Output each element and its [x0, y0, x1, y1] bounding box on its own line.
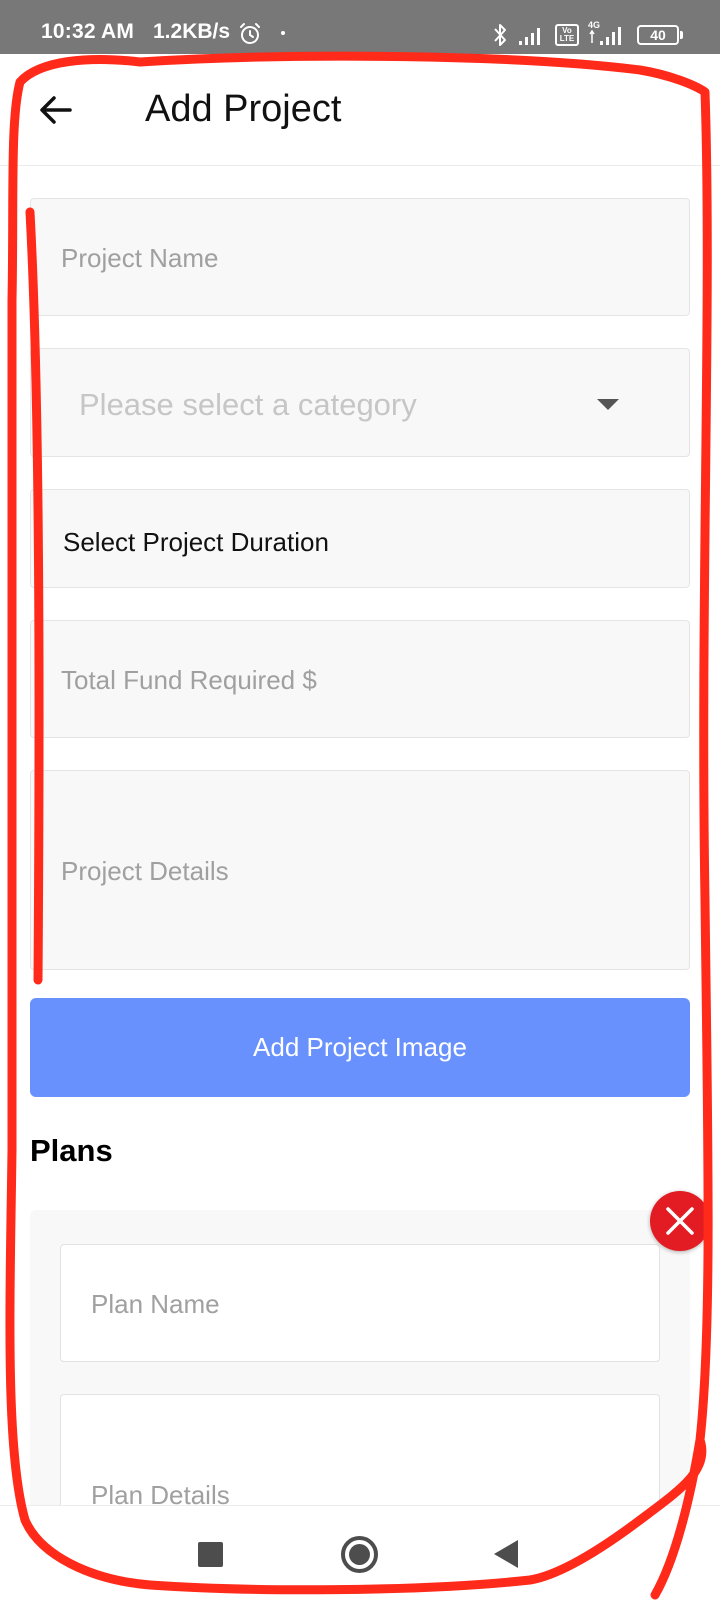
project-duration-selector[interactable]: Select Project Duration [30, 489, 690, 588]
network-speed: 1.2KB/s [153, 20, 231, 43]
caret-down-icon [597, 399, 619, 410]
battery-icon: 40 [637, 25, 679, 45]
alarm-icon [240, 23, 260, 44]
home-icon[interactable] [341, 1536, 378, 1573]
category-select[interactable]: Please select a category [30, 348, 690, 457]
system-nav-bar [0, 1505, 720, 1600]
status-time: 10:32 AM [41, 20, 135, 43]
plan-name-placeholder: Plan Name [91, 1289, 220, 1319]
recents-icon[interactable] [198, 1542, 223, 1567]
notification-dot-icon [281, 31, 285, 35]
plans-heading: Plans [30, 1133, 113, 1168]
network-type-label: 4G [588, 20, 600, 30]
plan-name-input[interactable]: Plan Name [60, 1244, 660, 1362]
total-fund-input[interactable]: Total Fund Required $ [30, 620, 690, 738]
signal-4g-icon: 4G [588, 20, 621, 45]
project-details-placeholder: Project Details [61, 856, 229, 886]
close-icon [666, 1207, 694, 1235]
project-details-textarea[interactable]: Project Details [30, 770, 690, 970]
app-header: Add Project [0, 54, 720, 166]
project-name-input[interactable]: Project Name [30, 198, 690, 316]
bluetooth-icon [494, 24, 506, 46]
category-placeholder: Please select a category [79, 387, 417, 422]
status-bar: 10:32 AM 1.2KB/s Vo LTE 4G 40 [0, 0, 720, 54]
total-fund-placeholder: Total Fund Required $ [61, 665, 317, 695]
plan-card: Plan Name Plan Details [30, 1210, 690, 1544]
project-name-placeholder: Project Name [61, 243, 219, 273]
battery-cap [680, 31, 683, 39]
project-duration-label: Select Project Duration [63, 527, 329, 557]
remove-plan-button[interactable] [650, 1191, 710, 1251]
nav-back-icon[interactable] [494, 1540, 518, 1568]
add-project-image-button[interactable]: Add Project Image [30, 998, 690, 1097]
volte-icon: Vo LTE [555, 24, 579, 46]
back-arrow-icon[interactable] [36, 90, 76, 130]
page-title: Add Project [145, 88, 342, 130]
signal-strength-icon [519, 28, 540, 45]
